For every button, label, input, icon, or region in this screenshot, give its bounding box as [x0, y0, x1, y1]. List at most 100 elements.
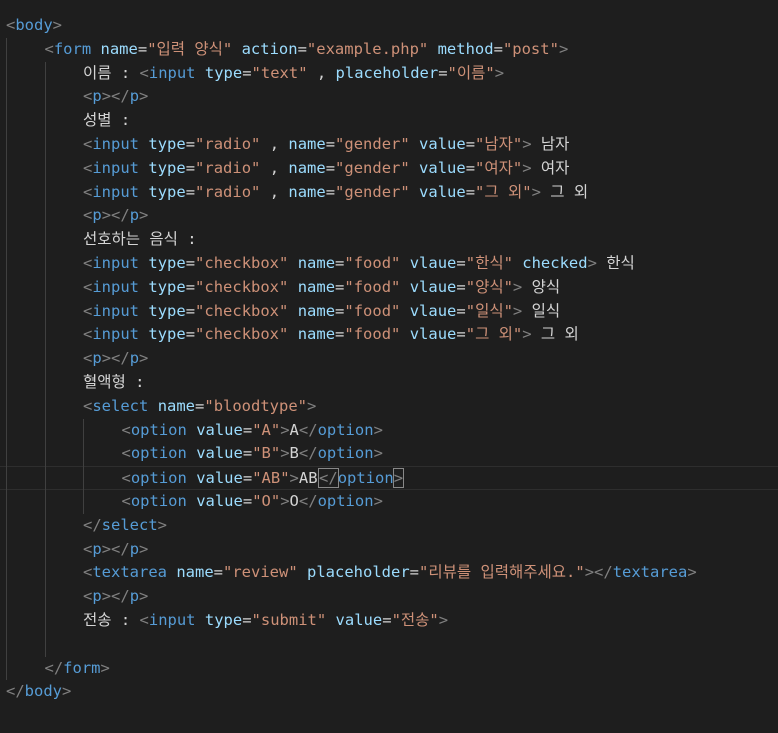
attribute-value: "양식"	[465, 277, 513, 296]
tag-name: option	[130, 444, 187, 463]
text-content: A	[289, 420, 299, 439]
text-content: ,	[260, 135, 289, 153]
code-line[interactable]: </body>	[0, 680, 778, 704]
code-editor[interactable]: <body> <form name="입력 양식" action="example…	[0, 0, 778, 733]
attribute-value: "text"	[251, 63, 308, 82]
punctuation: <	[6, 16, 16, 34]
code-line[interactable]: <input type="checkbox" name="food" vlaue…	[0, 300, 778, 324]
punctuation: <	[83, 254, 93, 272]
attribute-value: "일식"	[465, 301, 513, 320]
punctuation: >	[139, 349, 149, 368]
code-line[interactable]: <form name="입력 양식" action="example.php" …	[0, 38, 778, 62]
punctuation: >	[289, 469, 299, 488]
code-line[interactable]: <p></p>	[0, 204, 778, 228]
text-content	[410, 183, 419, 201]
attribute-value: "radio"	[195, 135, 261, 153]
equals-sign: =	[185, 182, 196, 201]
code-line[interactable]: <input type="radio" , name="gender" valu…	[0, 181, 778, 205]
code-line[interactable]	[0, 633, 778, 657]
text-content: 남자	[531, 135, 570, 153]
code-line[interactable]: 성별 :	[0, 109, 778, 133]
code-line[interactable]: <option value="AB">AB</option>	[0, 466, 778, 490]
attribute-name: value	[335, 611, 383, 629]
equals-sign: =	[185, 254, 196, 272]
punctuation: <	[83, 539, 93, 558]
equals-sign: =	[325, 135, 336, 153]
equals-sign: =	[335, 325, 345, 344]
text-content	[400, 278, 409, 296]
tag-name: input	[92, 325, 140, 344]
attribute-name: type	[148, 158, 186, 177]
equals-sign: =	[325, 182, 336, 201]
punctuation: >	[139, 539, 149, 558]
text-content: 혈액형 :	[83, 373, 145, 391]
punctuation: >	[687, 563, 697, 582]
code-line[interactable]: <p></p>	[0, 347, 778, 371]
attribute-value: "food"	[344, 301, 401, 320]
equals-sign: =	[465, 135, 476, 153]
attribute-value: "food"	[344, 254, 401, 272]
punctuation: >	[373, 492, 383, 510]
code-line[interactable]: </form>	[0, 657, 778, 681]
text-content	[91, 40, 100, 58]
text-content	[410, 135, 419, 153]
text-content	[187, 421, 196, 439]
attribute-value: "example.php"	[306, 39, 429, 58]
code-line[interactable]: <p></p>	[0, 585, 778, 609]
code-line[interactable]: 이름 : <input type="text" , placeholder="이…	[0, 62, 778, 86]
code-line[interactable]: <input type="checkbox" name="food" vlaue…	[0, 276, 778, 300]
code-line[interactable]: <p></p>	[0, 85, 778, 109]
text-content: 여자	[531, 158, 570, 177]
punctuation: >	[307, 396, 317, 415]
equals-sign: =	[456, 254, 466, 272]
code-line[interactable]: <option value="B">B</option>	[0, 442, 778, 466]
punctuation: </	[44, 658, 64, 677]
code-line[interactable]: </select>	[0, 514, 778, 538]
equals-sign: =	[185, 135, 196, 153]
code-line[interactable]: 선호하는 음식 :	[0, 228, 778, 252]
punctuation: <	[121, 444, 131, 463]
attribute-name: type	[204, 63, 243, 82]
equals-sign: =	[185, 277, 196, 296]
equals-sign: =	[242, 492, 253, 510]
attribute-name: name	[288, 182, 326, 201]
text-content	[139, 302, 148, 320]
code-line[interactable]: <p></p>	[0, 538, 778, 562]
attribute-value: "한식"	[465, 254, 513, 272]
code-line[interactable]: <option value="O">O</option>	[0, 490, 778, 514]
equals-sign: =	[456, 277, 466, 296]
attribute-name: name	[288, 135, 326, 153]
punctuation: ></	[101, 87, 130, 106]
code-line[interactable]: 혈액형 :	[0, 371, 778, 395]
text-content: ,	[307, 63, 336, 82]
code-line[interactable]: <input type="checkbox" name="food" vlaue…	[0, 252, 778, 276]
attribute-name: checked	[522, 254, 588, 272]
attribute-name: name	[297, 277, 336, 296]
code-line[interactable]: <input type="radio" , name="gender" valu…	[0, 133, 778, 157]
text-content	[148, 397, 157, 415]
punctuation: >	[512, 301, 523, 320]
equals-sign: =	[465, 158, 476, 177]
code-line[interactable]: <option value="A">A</option>	[0, 419, 778, 443]
text-content: AB	[298, 469, 318, 488]
text-content: 양식	[522, 277, 561, 296]
punctuation: <	[83, 563, 93, 582]
tag-name: select	[92, 396, 149, 415]
punctuation: <	[139, 611, 149, 629]
code-line[interactable]: <input type="checkbox" name="food" vlaue…	[0, 323, 778, 347]
punctuation: >	[522, 135, 532, 153]
attribute-value: "B"	[252, 444, 281, 463]
punctuation: >	[52, 16, 63, 34]
code-line[interactable]: <input type="radio" , name="gender" valu…	[0, 157, 778, 181]
tag-name: select	[101, 515, 158, 534]
code-line[interactable]: 전송 : <input type="submit" value="전송">	[0, 609, 778, 633]
code-line[interactable]: <textarea name="review" placeholder="리뷰를…	[0, 561, 778, 585]
text-content: 그 외	[540, 182, 589, 201]
code-line[interactable]: <select name="bloodtype">	[0, 395, 778, 419]
tag-name: option	[317, 492, 374, 510]
attribute-value: "post"	[502, 39, 559, 58]
code-line[interactable]: <body>	[0, 14, 778, 38]
attribute-value: "checkbox"	[195, 277, 289, 296]
punctuation: <	[83, 277, 93, 296]
punctuation: >	[373, 420, 383, 439]
